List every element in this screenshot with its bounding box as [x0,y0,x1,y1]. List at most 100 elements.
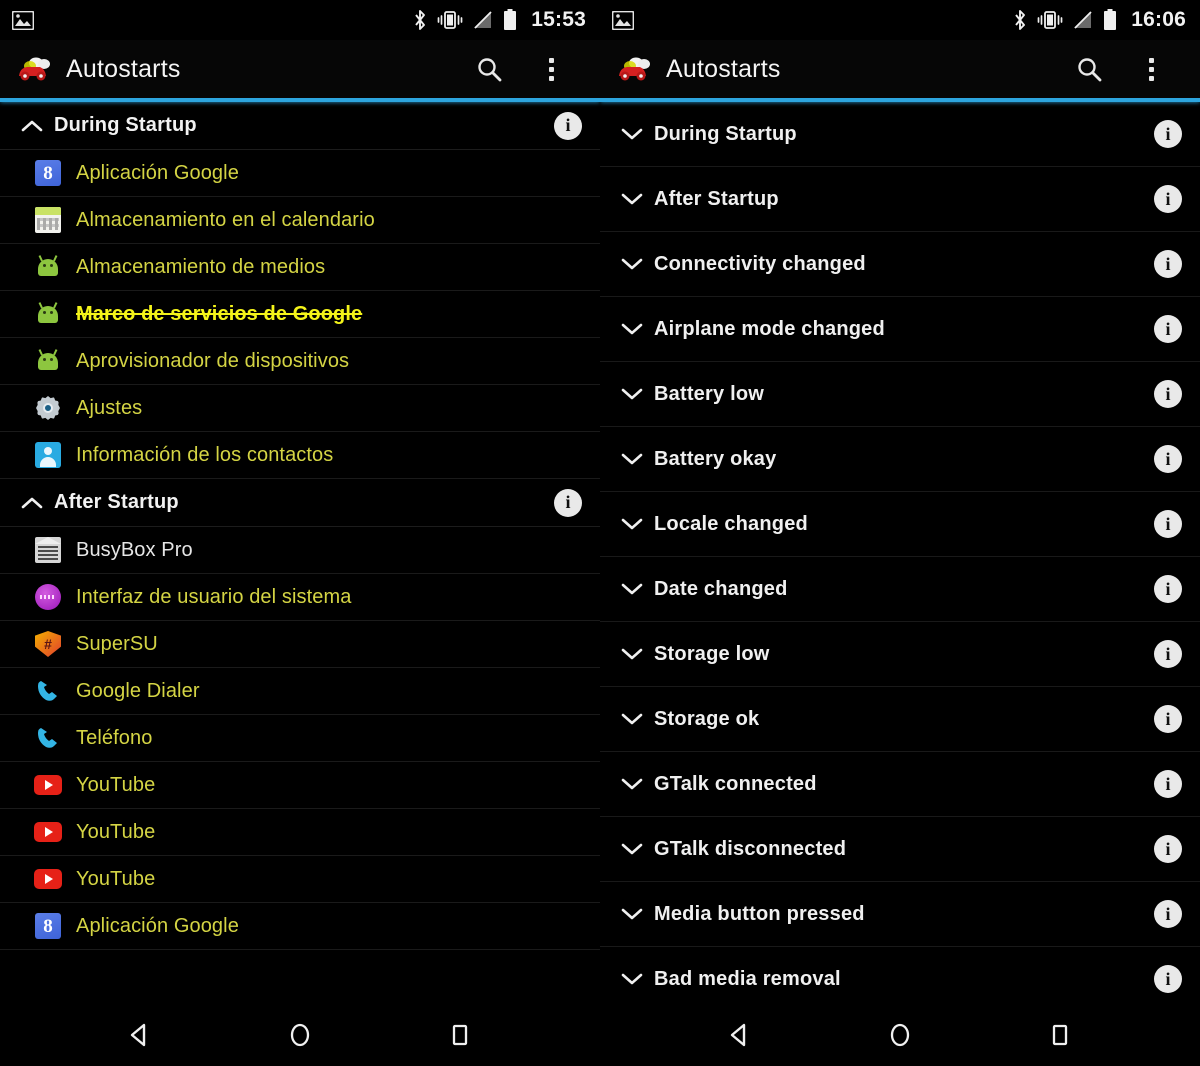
chevron-down-icon[interactable] [610,711,654,727]
event-row[interactable]: Storage ok i [600,687,1200,752]
list-item[interactable]: Marco de servicios de Google [0,291,600,338]
group-header-after-startup[interactable]: After Startup i [0,479,600,527]
vibrate-icon [437,11,463,29]
status-left-icons [12,10,34,30]
back-button[interactable] [105,1004,175,1066]
system-ui-icon [34,583,62,611]
chevron-down-icon[interactable] [610,516,654,532]
info-icon[interactable]: i [1154,835,1182,863]
list-item[interactable]: Aprovisionador de dispositivos [0,338,600,385]
event-row[interactable]: Locale changed i [600,492,1200,557]
right-scroll-area[interactable]: During Startup i After Startup i Connectivit… [600,102,1200,1004]
overflow-menu-button[interactable] [1120,40,1182,98]
info-icon[interactable]: i [1154,965,1182,993]
group-header-during-startup[interactable]: During Startup i [0,102,600,150]
info-icon[interactable]: i [1154,705,1182,733]
event-row[interactable]: Battery low i [600,362,1200,427]
chevron-down-icon[interactable] [610,321,654,337]
back-button[interactable] [705,1004,775,1066]
list-item[interactable]: 8 Aplicación Google [0,150,600,197]
event-row[interactable]: After Startup i [600,167,1200,232]
android-icon [34,347,62,375]
event-row[interactable]: Bad media removal i [600,947,1200,1004]
phone-icon [34,677,62,705]
info-icon[interactable]: i [1154,445,1182,473]
info-icon[interactable]: i [1154,640,1182,668]
supersu-icon: # [34,630,62,658]
event-row[interactable]: GTalk disconnected i [600,817,1200,882]
home-button[interactable] [865,1004,935,1066]
list-item[interactable]: YouTube [0,856,600,903]
chevron-down-icon[interactable] [610,386,654,402]
info-glyph: i [1165,773,1171,794]
list-item-label: Ajustes [76,396,143,419]
event-title: During Startup [654,122,797,145]
search-icon [1078,58,1102,82]
left-nav-bar [0,1004,600,1066]
list-item[interactable]: YouTube [0,762,600,809]
list-item[interactable]: Ajustes [0,385,600,432]
chevron-down-icon[interactable] [610,776,654,792]
list-item[interactable]: Almacenamiento de medios [0,244,600,291]
search-button[interactable] [458,40,520,98]
chevron-up-icon[interactable] [10,118,54,134]
left-list: During Startup i 8 Aplicación Google Alm… [0,102,600,950]
info-icon[interactable]: i [554,111,582,140]
list-item-label: BusyBox Pro [76,538,193,561]
info-glyph: i [1165,838,1171,859]
event-row[interactable]: GTalk connected i [600,752,1200,817]
recents-button[interactable] [1025,1004,1095,1066]
list-item[interactable]: # SuperSU [0,621,600,668]
recents-button[interactable] [425,1004,495,1066]
dual-screenshot: 15:53 Autostarts During Startup i 8 Apli… [0,0,1200,1066]
list-item[interactable]: Teléfono [0,715,600,762]
chevron-down-icon[interactable] [610,906,654,922]
event-row[interactable]: Connectivity changed i [600,232,1200,297]
chevron-down-icon[interactable] [610,646,654,662]
list-item[interactable]: BusyBox Pro [0,527,600,574]
battery-icon [504,9,517,30]
list-item[interactable]: Información de los contactos [0,432,600,479]
info-glyph: i [1165,578,1171,599]
info-icon[interactable]: i [1154,900,1182,928]
event-title: Locale changed [654,512,808,535]
no-sim-icon [474,11,492,29]
app-title: Autostarts [66,54,181,83]
search-button[interactable] [1058,40,1120,98]
overflow-menu-button[interactable] [520,40,582,98]
info-icon[interactable]: i [1154,250,1182,278]
event-row[interactable]: During Startup i [600,102,1200,167]
info-icon[interactable]: i [1154,120,1182,148]
info-icon[interactable]: i [1154,770,1182,798]
list-item[interactable]: YouTube [0,809,600,856]
chevron-down-icon[interactable] [610,581,654,597]
contacts-icon [34,441,62,469]
home-button[interactable] [265,1004,335,1066]
chevron-down-icon[interactable] [610,126,654,142]
chevron-down-icon[interactable] [610,256,654,272]
chevron-down-icon[interactable] [610,841,654,857]
info-icon[interactable]: i [554,488,582,517]
event-row[interactable]: Battery okay i [600,427,1200,492]
event-row[interactable]: Date changed i [600,557,1200,622]
info-icon[interactable]: i [1154,315,1182,343]
chevron-down-icon[interactable] [610,191,654,207]
list-item-label: Información de los contactos [76,443,334,466]
chevron-down-icon[interactable] [610,451,654,467]
list-item[interactable]: Google Dialer [0,668,600,715]
info-glyph: i [1165,318,1171,339]
list-item[interactable]: Interfaz de usuario del sistema [0,574,600,621]
event-row[interactable]: Airplane mode changed i [600,297,1200,362]
event-row[interactable]: Storage low i [600,622,1200,687]
chevron-down-icon[interactable] [610,971,654,987]
left-scroll-area[interactable]: During Startup i 8 Aplicación Google Alm… [0,102,600,1004]
list-item-label: Aprovisionador de dispositivos [76,349,350,372]
list-item[interactable]: 8 Aplicación Google [0,903,600,950]
list-item[interactable]: Almacenamiento en el calendario [0,197,600,244]
info-icon[interactable]: i [1154,380,1182,408]
chevron-up-icon[interactable] [10,495,54,511]
event-row[interactable]: Media button pressed i [600,882,1200,947]
info-icon[interactable]: i [1154,575,1182,603]
info-icon[interactable]: i [1154,185,1182,213]
info-icon[interactable]: i [1154,510,1182,538]
